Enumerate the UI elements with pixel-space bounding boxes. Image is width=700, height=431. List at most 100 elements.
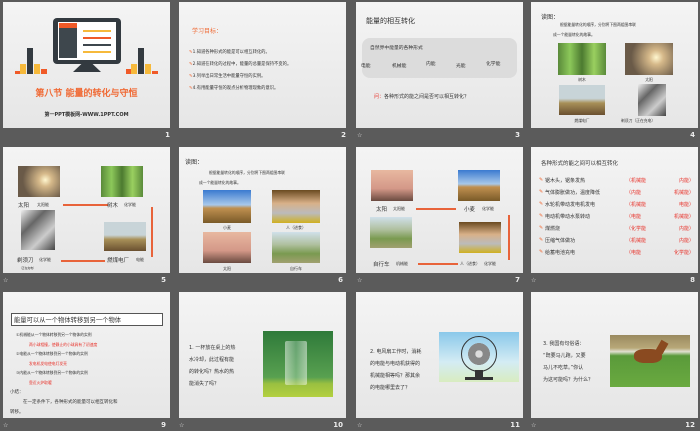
power-plant-photo [104, 222, 146, 251]
slide-thumbnail-8[interactable]: 各种形式的能之间可以相互转化 ✎ 锯木头，锯条发热 （机械能 内能） ✎ 气体膨胀做功，温… [531, 147, 698, 273]
slide-number: 6 [338, 276, 343, 284]
list-item: ✎1.知道各种形式的能是可以相互转化的。 [189, 50, 270, 55]
pencil-icon: ✎ [539, 237, 544, 243]
water-glass-photo [263, 331, 333, 397]
energy-to: 机械能） [673, 214, 694, 220]
slide-number: 9 [161, 421, 166, 429]
pencil-icon: ✎ [539, 225, 544, 231]
label-plant: 燃煤电厂 [107, 258, 130, 264]
question-text: 的转化吗？热水的热 [189, 369, 235, 375]
bicycle-photo [272, 232, 320, 263]
body-text: 成一个能量转化的故事。 [553, 32, 595, 37]
slide-number: 3 [515, 131, 520, 139]
monitor-illustration [53, 18, 121, 64]
pencil-icon: ✎ [539, 201, 544, 207]
slide-thumbnail-11[interactable]: 2. 电风扇工作时，消耗 的电能与电动机获得的 机械能相等吗？那其余 的电能哪里去了？ [356, 292, 523, 418]
question-text: “既要马儿跑，又要 [543, 353, 586, 359]
slide-thumbnail-3[interactable]: 能量的相互转化 自然界中能量的各种形式 电能 机械能 内能 光能 化学能 问：各… [356, 2, 523, 128]
energy-to: 电能） [678, 202, 694, 208]
slide-thumbnail-9[interactable]: 能量可以从一个物体转移到另一个物体 ①机械能从一个物体转移到另一个物体的实例 两小… [3, 292, 170, 418]
body-text: 成一个能量转化的故事。 [199, 180, 241, 185]
label-energy: 机械能 [396, 261, 408, 266]
animation-star-icon[interactable]: ☆ [357, 422, 362, 429]
trees-photo [558, 43, 606, 75]
energy-to: 机械能） [673, 190, 694, 196]
energy-form: 机械能 [392, 64, 407, 69]
question-text: 3. 我国有句俗语： [543, 341, 585, 347]
animation-star-icon[interactable]: ☆ [531, 277, 536, 284]
example-heading: ①机械能从一个物体转移到另一个物体的实例 [16, 332, 92, 337]
animation-star-icon[interactable]: ☆ [3, 277, 8, 284]
horse-photo [610, 335, 690, 387]
animation-star-icon[interactable]: ☆ [179, 422, 184, 429]
slide-thumbnail-1[interactable]: 第八节 能量的转化与守恒 第一PPT模板网-WWW.1PPT.COM [3, 2, 170, 128]
animation-star-icon[interactable]: ☆ [531, 422, 536, 429]
slide-title: 能量的相互转化 [366, 17, 415, 25]
label-wheat: 小麦 [464, 207, 476, 213]
label-energy: 太阳能 [37, 202, 49, 207]
razor-photo [21, 210, 55, 250]
razor-photo [638, 84, 666, 116]
sun-photo [625, 43, 673, 75]
list-item: ✎4.有用能量守恒的观点分析物理现象的意识。 [189, 86, 279, 91]
pencil-icon: ✎ [539, 213, 544, 219]
slide-number: 2 [341, 131, 346, 139]
sunset-photo [371, 170, 413, 201]
electric-fan-illustration [439, 332, 519, 382]
label-energy: 电能 [136, 257, 144, 262]
slide-thumbnail-10[interactable]: 1. 一杯放在桌上的热 水冷却，此过程有能 的转化吗？热水的热 能消失了吗？ [179, 292, 346, 418]
caption: 树木 [578, 77, 586, 82]
slide-heading: 学习目标： [192, 28, 223, 35]
slide-thumbnail-12[interactable]: 3. 我国有句俗语： “既要马儿跑，又要 马儿不吃草。”你认 为这可能吗？为什么？ [531, 292, 698, 418]
energy-from: （化学能 [626, 226, 647, 232]
question-text: 机械能相等吗？那其余 [370, 373, 421, 379]
question-text: 的电能与电动机获得的 [370, 361, 421, 367]
arrow-right [63, 204, 108, 206]
slide-thumbnail-5[interactable]: 太阳 太阳能 树木 化学能 剃须刀 化学能 （正在充电） 燃煤电厂 电能 [3, 147, 170, 273]
question-text: 的电能哪里去了？ [370, 385, 411, 391]
label-bicycle: 自行车 [373, 262, 390, 268]
energy-form: 光能 [456, 64, 466, 69]
arrow-right [416, 208, 456, 210]
question: 问：各种形式的能之间是否可以相互转化？ [374, 94, 470, 100]
slide-thumbnail-4[interactable]: 读图： 根据能量转化的顺序，分别将下图两组图串联 成一个能量转化的故事。 树木 … [531, 2, 698, 128]
slide-thumbnail-2[interactable]: 学习目标： ✎1.知道各种形式的能是可以相互转化的。 ✎2.知道在转化的过程中，… [179, 2, 346, 128]
summary-text: 在一定条件下，各种形式的能量可以相互转化和 [23, 400, 118, 405]
slide-number: 7 [515, 276, 520, 284]
list-item: ✎3.列举出日常生活中能量守恒的实例。 [189, 74, 266, 79]
conversion-example: 水轮机带动发电机发电 [545, 202, 596, 208]
arrow-left [418, 263, 458, 265]
label-sun: 太阳 [18, 203, 30, 209]
example-text: 发电机发电使电灯发亮 [29, 360, 67, 366]
energy-from: （电能 [626, 250, 642, 256]
label-energy: 化学能 [124, 202, 136, 207]
energy-to: 内能） [678, 226, 694, 232]
slide-number: 11 [510, 421, 520, 429]
slide-number: 8 [690, 276, 695, 284]
caption: 小麦 [223, 225, 231, 230]
animation-star-icon[interactable]: ☆ [357, 277, 362, 284]
label-razor: 剃须刀 [17, 258, 34, 264]
animation-star-icon[interactable]: ☆ [357, 132, 362, 139]
animation-star-icon[interactable]: ☆ [3, 422, 8, 429]
energy-form: 内能 [426, 62, 436, 67]
example-text: 靠近火炉取暖 [29, 379, 52, 385]
question-text: 能消失了吗？ [189, 381, 220, 387]
label-energy: 化学能 [39, 257, 51, 262]
slide-thumbnail-6[interactable]: 读图： 根据能量转化的顺序，分别将下图两组图串联 成一个能量转化的故事。 小麦 … [179, 147, 346, 273]
list-item: ✎2.知道在转化的过程中，能量的总量是保持不变的。 [189, 62, 292, 67]
conversion-example: 煤燃烧 [545, 226, 561, 232]
example-heading: ②电能从一个物体转移到另一个物体的实例 [16, 351, 88, 356]
sun-photo [18, 166, 60, 197]
slide-thumbnail-7[interactable]: 太阳 太阳能 小麦 化学能 自行车 机械能 人（进食） 化学能 [356, 147, 523, 273]
label-energy: 化学能 [484, 261, 496, 266]
summary-text: 转移。 [10, 410, 24, 415]
slide-number: 4 [690, 131, 695, 139]
energy-from: （机械能 [626, 178, 647, 184]
bicycle-photo [370, 217, 412, 248]
bar-chart-left [15, 48, 49, 74]
example-text: 两小球相撞，使静止的小球具有了初速度 [29, 341, 98, 347]
label-energy: 化学能 [482, 206, 494, 211]
label-sun: 太阳 [376, 207, 388, 213]
slide-heading: 读图： [185, 159, 204, 166]
